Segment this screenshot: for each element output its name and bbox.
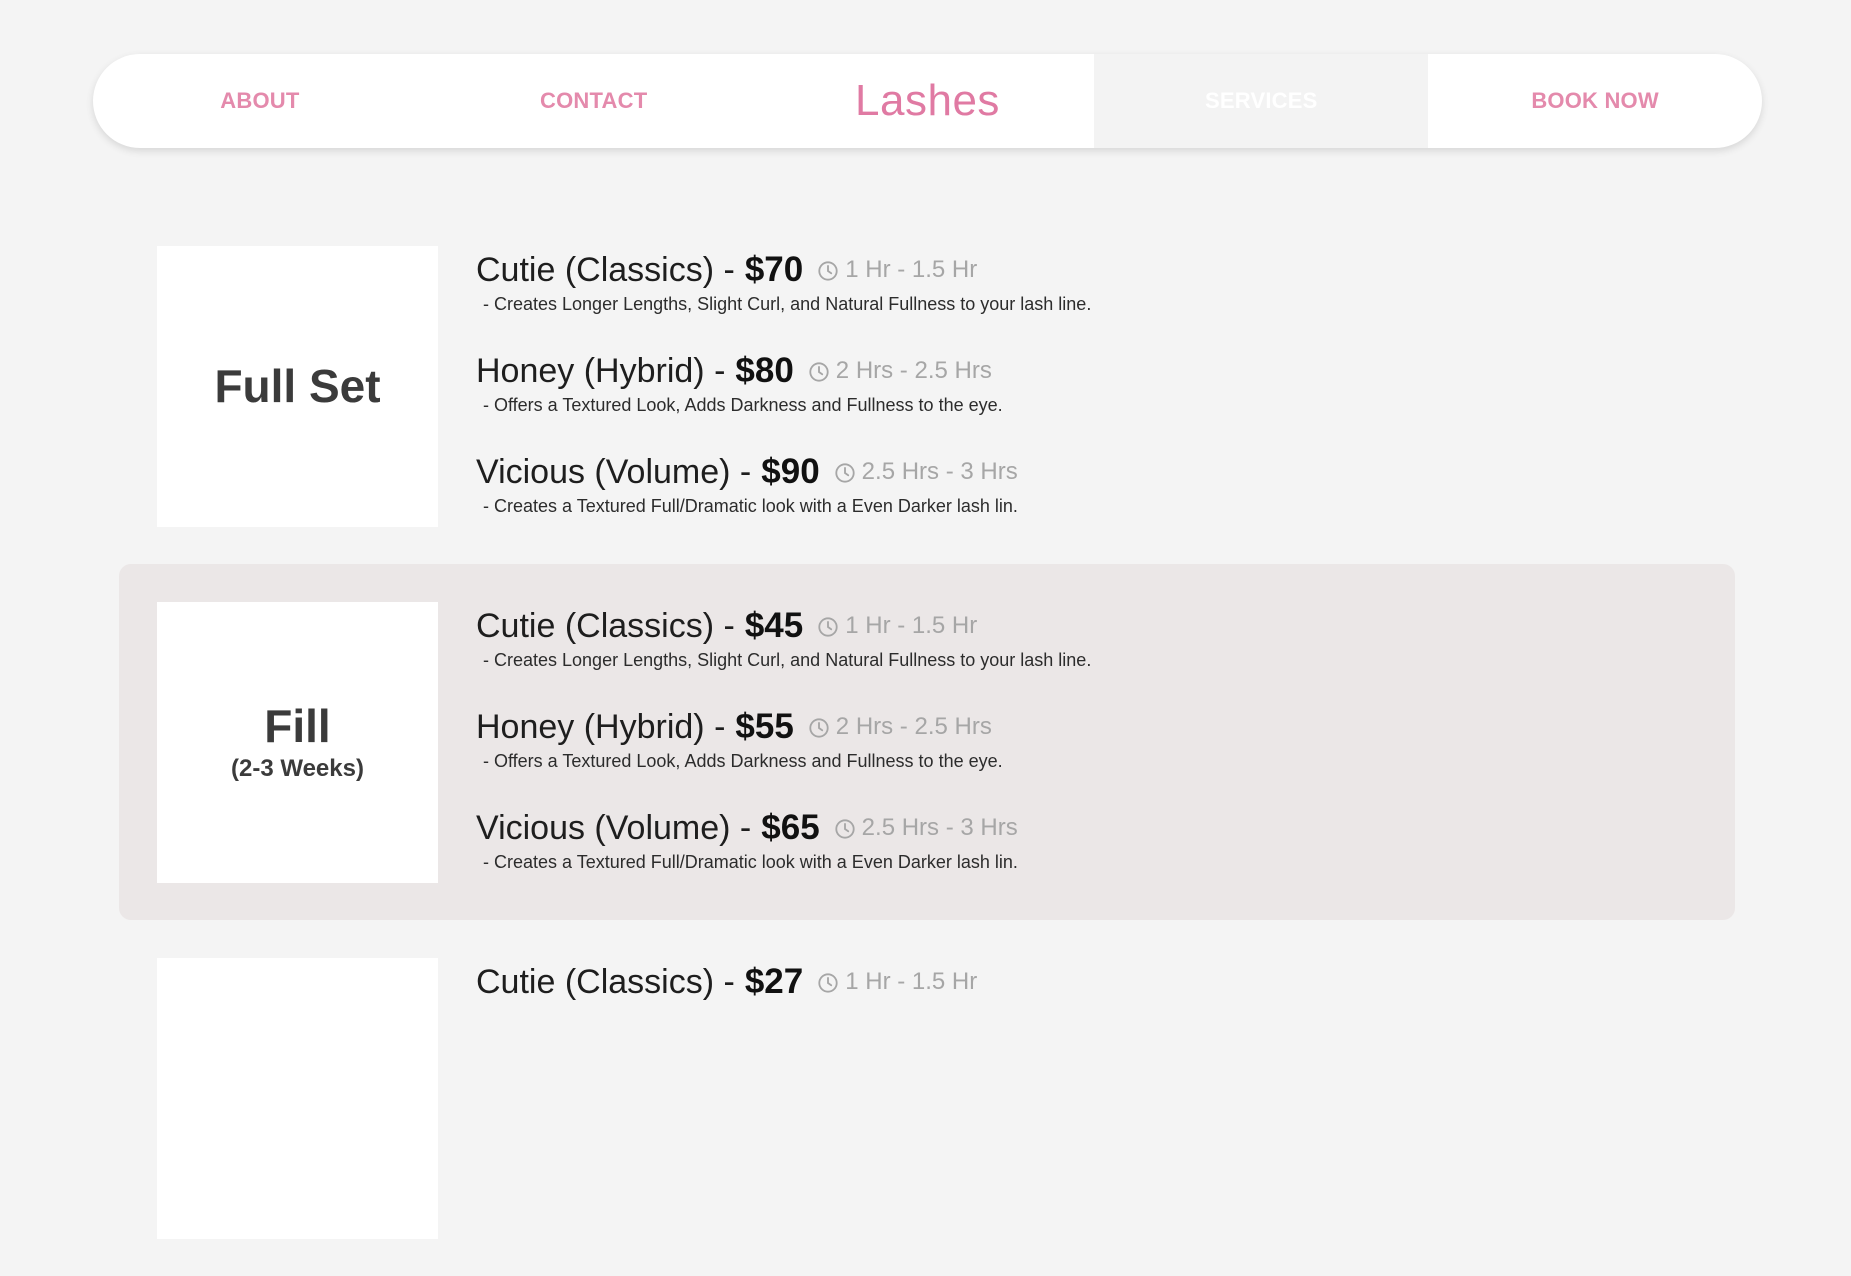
service-description: - Creates a Textured Full/Dramatic look … xyxy=(483,852,1018,872)
service-name: Honey (Hybrid) - xyxy=(476,352,726,390)
category-card: Fill (2-3 Weeks) xyxy=(157,602,438,883)
service-price: $70 xyxy=(744,250,804,289)
service-price: $27 xyxy=(744,962,804,1001)
category-card: Full Set xyxy=(157,246,438,527)
service-duration-text: 2.5 Hrs - 3 Hrs xyxy=(861,814,1018,841)
service-list: Cutie (Classics) - $45 1 Hr - 1.5 Hr - C… xyxy=(476,606,1676,909)
logo[interactable]: Lashes xyxy=(761,54,1095,148)
service-section-full-set: Full Set Cutie (Classics) - $70 1 Hr - 1… xyxy=(119,208,1735,564)
clock-icon xyxy=(835,819,855,839)
service-description: - Offers a Textured Look, Adds Darkness … xyxy=(483,751,1003,771)
service-item: Cutie (Classics) - $27 1 Hr - 1.5 Hr xyxy=(476,962,1676,1063)
service-description: - Creates Longer Lengths, Slight Curl, a… xyxy=(483,650,1092,670)
service-name: Cutie (Classics) - xyxy=(476,607,735,645)
service-name: Cutie (Classics) - xyxy=(476,963,735,1001)
service-description: - Creates Longer Lengths, Slight Curl, a… xyxy=(483,294,1092,314)
service-list: Cutie (Classics) - $27 1 Hr - 1.5 Hr xyxy=(476,962,1676,1063)
service-duration: 1 Hr - 1.5 Hr xyxy=(817,612,977,640)
clock-icon xyxy=(818,261,838,281)
service-item: Honey (Hybrid) - $80 2 Hrs - 2.5 Hrs - O… xyxy=(476,351,1676,452)
service-duration: 1 Hr - 1.5 Hr xyxy=(817,256,977,284)
service-duration-text: 2.5 Hrs - 3 Hrs xyxy=(861,458,1018,485)
service-duration-text: 2 Hrs - 2.5 Hrs xyxy=(835,357,992,384)
service-price: $45 xyxy=(744,606,804,645)
main-nav: ABOUT CONTACT Lashes SERVICES BOOK NOW xyxy=(93,54,1762,148)
nav-services-link[interactable]: SERVICES xyxy=(1094,54,1429,148)
service-price: $65 xyxy=(761,808,820,847)
service-name: Cutie (Classics) - xyxy=(476,251,735,289)
service-item: Cutie (Classics) - $70 1 Hr - 1.5 Hr - C… xyxy=(476,250,1676,351)
service-duration-text: 1 Hr - 1.5 Hr xyxy=(845,612,978,639)
category-title: Fill xyxy=(264,700,331,753)
service-description: - Creates a Textured Full/Dramatic look … xyxy=(483,496,1018,516)
category-card xyxy=(157,958,438,1239)
category-title: Full Set xyxy=(214,360,381,413)
service-duration: 2 Hrs - 2.5 Hrs xyxy=(808,713,992,741)
category-subtitle: (2-3 Weeks) xyxy=(231,754,364,782)
nav-contact-link[interactable]: CONTACT xyxy=(427,54,761,148)
clock-icon xyxy=(818,973,838,993)
service-name: Vicious (Volume) - xyxy=(476,453,752,491)
service-name: Vicious (Volume) - xyxy=(476,809,752,847)
service-duration-text: 1 Hr - 1.5 Hr xyxy=(845,968,978,995)
service-list: Cutie (Classics) - $70 1 Hr - 1.5 Hr - C… xyxy=(476,250,1676,553)
clock-icon xyxy=(818,617,838,637)
clock-icon xyxy=(835,463,855,483)
service-duration-text: 2 Hrs - 2.5 Hrs xyxy=(835,713,992,740)
service-section-third: Cutie (Classics) - $27 1 Hr - 1.5 Hr xyxy=(119,920,1735,1276)
service-duration: 2.5 Hrs - 3 Hrs xyxy=(834,814,1018,842)
service-duration: 2.5 Hrs - 3 Hrs xyxy=(834,458,1018,486)
service-description: - Offers a Textured Look, Adds Darkness … xyxy=(483,395,1003,415)
service-duration: 1 Hr - 1.5 Hr xyxy=(817,968,977,996)
service-price: $80 xyxy=(735,351,794,390)
nav-book-now-link[interactable]: BOOK NOW xyxy=(1428,54,1762,148)
service-item: Cutie (Classics) - $45 1 Hr - 1.5 Hr - C… xyxy=(476,606,1676,707)
service-duration: 2 Hrs - 2.5 Hrs xyxy=(808,357,992,385)
service-section-fill: Fill (2-3 Weeks) Cutie (Classics) - $45 … xyxy=(119,564,1735,920)
service-item: Vicious (Volume) - $65 2.5 Hrs - 3 Hrs -… xyxy=(476,808,1676,909)
nav-about-link[interactable]: ABOUT xyxy=(93,54,427,148)
service-price: $90 xyxy=(761,452,820,491)
service-duration-text: 1 Hr - 1.5 Hr xyxy=(845,256,978,283)
service-name: Honey (Hybrid) - xyxy=(476,708,726,746)
service-item: Vicious (Volume) - $90 2.5 Hrs - 3 Hrs -… xyxy=(476,452,1676,553)
service-item: Honey (Hybrid) - $55 2 Hrs - 2.5 Hrs - O… xyxy=(476,707,1676,808)
service-price: $55 xyxy=(735,707,794,746)
clock-icon xyxy=(809,718,829,738)
clock-icon xyxy=(809,362,829,382)
